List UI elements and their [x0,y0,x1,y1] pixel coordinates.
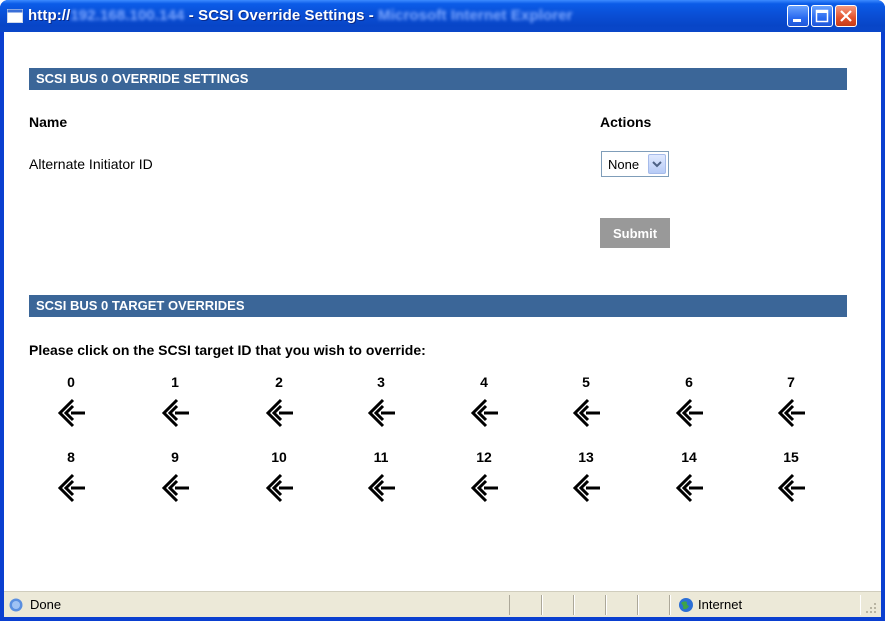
scsi-connector-icon[interactable] [366,398,396,428]
target-id-label: 3 [377,374,385,390]
target-id-label: 2 [275,374,283,390]
globe-icon [679,598,693,612]
scsi-target-1[interactable]: 1 [150,374,200,428]
target-id-label: 13 [578,449,594,465]
resize-grip-icon[interactable] [865,602,877,614]
select-value: None [608,157,640,172]
zone-text: Internet [698,597,743,612]
title-host: 192.168.100.144 [70,7,185,24]
target-id-label: 0 [67,374,75,390]
scsi-connector-icon[interactable] [160,473,190,503]
target-overrides-header: SCSI BUS 0 TARGET OVERRIDES [29,295,847,317]
override-settings-header: SCSI BUS 0 OVERRIDE SETTINGS [29,68,847,90]
alternate-initiator-id-label: Alternate Initiator ID [29,156,153,172]
target-id-label: 15 [783,449,799,465]
minimize-icon [793,19,801,22]
target-id-label: 5 [582,374,590,390]
scsi-connector-icon[interactable] [776,473,806,503]
scsi-target-8[interactable]: 8 [46,449,96,503]
title-browser: Microsoft Internet Explorer [378,7,573,24]
target-id-label: 1 [171,374,179,390]
scsi-connector-icon[interactable] [674,473,704,503]
title-middle: - SCSI Override Settings - [184,7,379,24]
status-text: Done [30,597,62,612]
scsi-connector-icon[interactable] [469,398,499,428]
scsi-target-11[interactable]: 11 [356,449,406,503]
browser-window: http://192.168.100.144 - SCSI Override S… [0,0,885,621]
scsi-target-15[interactable]: 15 [766,449,816,503]
scsi-connector-icon[interactable] [56,398,86,428]
name-column-header: Name [29,114,68,130]
actions-column-header: Actions [600,114,652,130]
close-icon [840,10,852,22]
scsi-connector-icon[interactable] [674,398,704,428]
ie-page-icon [9,598,23,612]
page-content: SCSI BUS 0 OVERRIDE SETTINGS Name Action… [4,32,881,591]
title-prefix: http:// [28,7,71,24]
close-button[interactable] [835,5,857,27]
window-bottom-border [0,617,885,621]
scsi-target-3[interactable]: 3 [356,374,406,428]
target-instruction: Please click on the SCSI target ID that … [29,342,426,358]
scsi-connector-icon[interactable] [56,473,86,503]
status-panel [605,595,639,615]
maximize-icon [815,9,829,23]
scsi-connector-icon[interactable] [264,473,294,503]
scsi-target-9[interactable]: 9 [150,449,200,503]
target-id-label: 7 [787,374,795,390]
target-id-label: 12 [476,449,492,465]
scsi-connector-icon[interactable] [571,398,601,428]
submit-button[interactable]: Submit [600,218,670,248]
scsi-target-0[interactable]: 0 [46,374,96,428]
scsi-connector-icon[interactable] [469,473,499,503]
target-id-label: 11 [373,449,389,465]
scsi-target-10[interactable]: 10 [254,449,304,503]
target-id-label: 6 [685,374,693,390]
target-id-label: 10 [271,449,287,465]
scsi-target-6[interactable]: 6 [664,374,714,428]
dropdown-arrow-button[interactable] [648,154,666,174]
scsi-target-4[interactable]: 4 [459,374,509,428]
title-bar[interactable]: http://192.168.100.144 - SCSI Override S… [0,0,885,32]
scsi-target-2[interactable]: 2 [254,374,304,428]
status-panel [509,595,543,615]
scsi-connector-icon[interactable] [776,398,806,428]
scsi-target-14[interactable]: 14 [664,449,714,503]
minimize-button[interactable] [787,5,809,27]
scsi-connector-icon[interactable] [264,398,294,428]
target-id-label: 9 [171,449,179,465]
status-panel [573,595,607,615]
alternate-initiator-id-select[interactable]: None [601,151,669,177]
scsi-connector-icon[interactable] [571,473,601,503]
target-id-label: 4 [480,374,488,390]
scsi-connector-icon[interactable] [160,398,190,428]
target-id-label: 8 [67,449,75,465]
target-id-label: 14 [681,449,697,465]
page-icon [7,9,23,23]
status-panel [541,595,575,615]
status-bar: Done Internet [4,591,881,618]
maximize-button[interactable] [811,5,833,27]
scsi-target-13[interactable]: 13 [561,449,611,503]
scsi-target-5[interactable]: 5 [561,374,611,428]
window-title: http://192.168.100.144 - SCSI Override S… [28,7,573,24]
scsi-target-7[interactable]: 7 [766,374,816,428]
status-panel [637,595,671,615]
chevron-down-icon [652,161,662,168]
scsi-target-12[interactable]: 12 [459,449,509,503]
scsi-connector-icon[interactable] [366,473,396,503]
